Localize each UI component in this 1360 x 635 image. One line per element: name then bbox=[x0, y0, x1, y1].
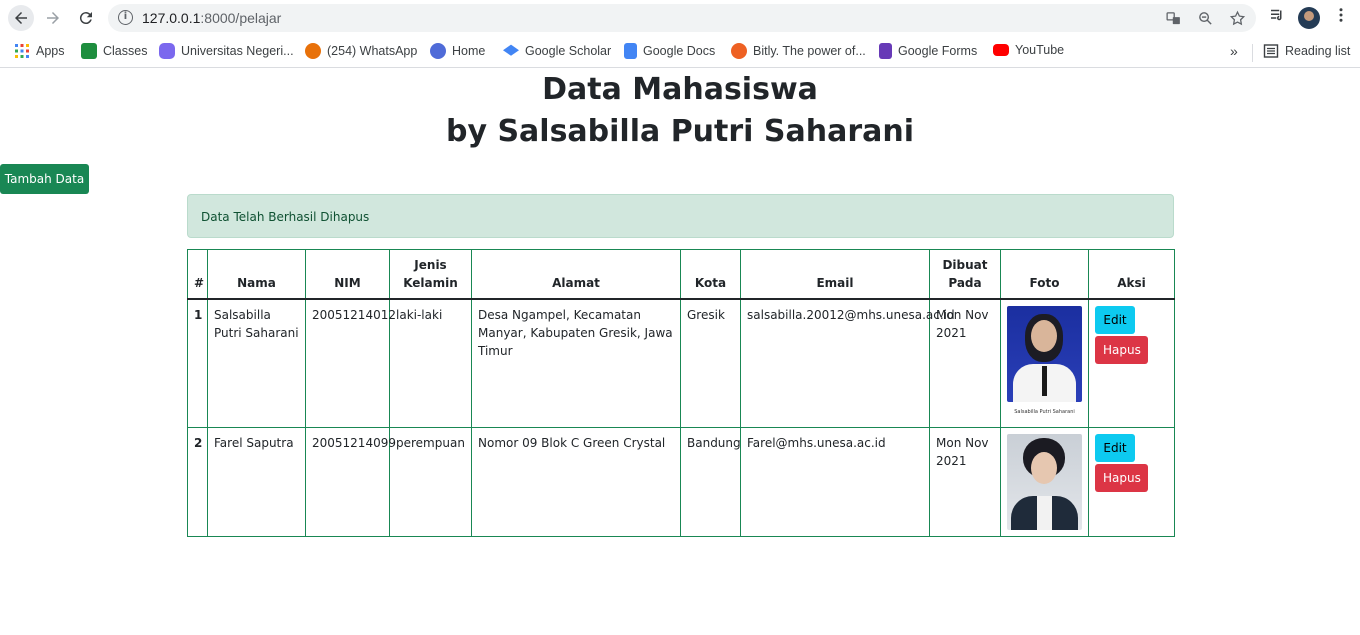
bookmarks-more-button[interactable]: » bbox=[1230, 43, 1238, 59]
cell-email: salsabilla.20012@mhs.unesa.ac.id bbox=[740, 298, 955, 428]
classroom-icon bbox=[81, 43, 97, 59]
cell-aksi: Edit Hapus bbox=[1088, 427, 1175, 537]
delete-button[interactable]: Hapus bbox=[1095, 464, 1148, 492]
cell-dibuat-pada: Mon Nov 2021 bbox=[929, 298, 1001, 428]
header-alamat: Alamat bbox=[471, 249, 681, 300]
bookmarks-divider bbox=[1252, 44, 1253, 62]
forward-icon[interactable] bbox=[40, 5, 66, 31]
alert-icon bbox=[305, 43, 321, 59]
student-table: # Nama NIM Jenis Kelamin Alamat Kota Ema… bbox=[187, 249, 1175, 537]
delete-button[interactable]: Hapus bbox=[1095, 336, 1148, 364]
header-aksi: Aksi bbox=[1088, 249, 1175, 300]
page-subtitle: by Salsabilla Putri Saharani bbox=[445, 114, 915, 149]
page-title: Data Mahasiswa bbox=[542, 72, 818, 107]
header-foto: Foto bbox=[1000, 249, 1089, 300]
site-info-icon[interactable]: i bbox=[118, 10, 133, 25]
apps-grid-icon bbox=[15, 44, 29, 58]
bookmark-youtube[interactable]: YouTube bbox=[993, 43, 1064, 57]
cell-email: Farel@mhs.unesa.ac.id bbox=[740, 427, 930, 537]
profile-avatar[interactable] bbox=[1298, 6, 1320, 29]
cell-kota: Gresik bbox=[680, 298, 741, 428]
reading-queue-icon[interactable] bbox=[1268, 6, 1286, 29]
header-nim: NIM bbox=[305, 249, 390, 300]
header-dibuat-pada: Dibuat Pada bbox=[929, 249, 1001, 300]
table-row: 2 Farel Saputra 20051214099 perempuan No… bbox=[187, 427, 1175, 537]
forms-icon bbox=[879, 43, 892, 59]
bookmark-home[interactable]: Home bbox=[430, 43, 485, 59]
add-data-button[interactable]: Tambah Data bbox=[0, 164, 89, 194]
cell-no: 1 bbox=[187, 298, 208, 428]
header-kota: Kota bbox=[680, 249, 741, 300]
reading-list-icon bbox=[1263, 44, 1279, 58]
table-header-row: # Nama NIM Jenis Kelamin Alamat Kota Ema… bbox=[187, 249, 1175, 300]
header-no: # bbox=[187, 249, 208, 300]
bookmark-classes[interactable]: Classes bbox=[81, 43, 147, 59]
cell-jenis-kelamin: perempuan bbox=[389, 427, 472, 537]
cell-alamat: Nomor 09 Blok C Green Crystal bbox=[471, 427, 681, 537]
bookmark-google-scholar[interactable]: Google Scholar bbox=[503, 43, 611, 59]
docs-icon bbox=[624, 43, 637, 59]
cell-foto bbox=[1000, 427, 1089, 537]
cell-kota: Bandung bbox=[680, 427, 741, 537]
menu-kebab-icon[interactable] bbox=[1332, 6, 1350, 29]
cell-jenis-kelamin: laki-laki bbox=[389, 298, 472, 428]
bitly-icon bbox=[731, 43, 747, 59]
edit-button[interactable]: Edit bbox=[1095, 306, 1135, 334]
page-content: Data Mahasiswa by Salsabilla Putri Sahar… bbox=[0, 68, 1360, 635]
cell-nama: Farel Saputra bbox=[207, 427, 306, 537]
bookmark-google-docs[interactable]: Google Docs bbox=[624, 43, 715, 59]
university-icon bbox=[159, 43, 175, 59]
home-site-icon bbox=[430, 43, 446, 59]
bookmarks-bar: Apps Classes Universitas Negeri... (254)… bbox=[0, 36, 1360, 68]
bookmark-apps[interactable]: Apps bbox=[14, 43, 65, 59]
cell-foto: Salsabilla Putri Saharani bbox=[1000, 298, 1089, 428]
bookmark-star-icon[interactable] bbox=[1228, 9, 1246, 27]
cell-aksi: Edit Hapus bbox=[1088, 298, 1175, 428]
url-text[interactable]: 127.0.0.1:8000/pelajar bbox=[142, 10, 281, 26]
bookmark-google-forms[interactable]: Google Forms bbox=[879, 43, 977, 59]
translate-icon[interactable] bbox=[1164, 9, 1182, 27]
table-row: 1 Salsabilla Putri Saharani 20051214012 … bbox=[187, 298, 1175, 428]
student-photo bbox=[1007, 434, 1082, 530]
bookmark-whatsapp[interactable]: (254) WhatsApp bbox=[305, 43, 417, 59]
cell-alamat: Desa Ngampel, Kecamatan Manyar, Kabupate… bbox=[471, 298, 681, 428]
zoom-icon[interactable] bbox=[1196, 9, 1214, 27]
browser-toolbar: i 127.0.0.1:8000/pelajar bbox=[0, 0, 1360, 36]
address-bar[interactable]: i 127.0.0.1:8000/pelajar bbox=[108, 4, 1256, 32]
scholar-icon bbox=[503, 44, 519, 56]
cell-no: 2 bbox=[187, 427, 208, 537]
student-photo bbox=[1007, 306, 1082, 402]
reading-list-button[interactable]: Reading list bbox=[1263, 43, 1350, 59]
cell-nim: 20051214012 bbox=[305, 298, 396, 428]
edit-button[interactable]: Edit bbox=[1095, 434, 1135, 462]
cell-nim: 20051214099 bbox=[305, 427, 396, 537]
photo-caption: Salsabilla Putri Saharani bbox=[1014, 409, 1075, 415]
header-email: Email bbox=[740, 249, 930, 300]
header-jenis-kelamin: Jenis Kelamin bbox=[389, 249, 472, 300]
browser-chrome: i 127.0.0.1:8000/pelajar Apps Classes Un… bbox=[0, 0, 1360, 68]
back-icon[interactable] bbox=[8, 5, 34, 31]
header-nama: Nama bbox=[207, 249, 306, 300]
bookmark-unesa[interactable]: Universitas Negeri... bbox=[159, 43, 294, 59]
bookmark-bitly[interactable]: Bitly. The power of... bbox=[731, 43, 866, 59]
success-alert: Data Telah Berhasil Dihapus bbox=[187, 194, 1174, 238]
cell-nama: Salsabilla Putri Saharani bbox=[207, 298, 306, 428]
cell-dibuat-pada: Mon Nov 2021 bbox=[929, 427, 1001, 537]
reload-icon[interactable] bbox=[73, 5, 99, 31]
youtube-icon bbox=[993, 44, 1009, 56]
